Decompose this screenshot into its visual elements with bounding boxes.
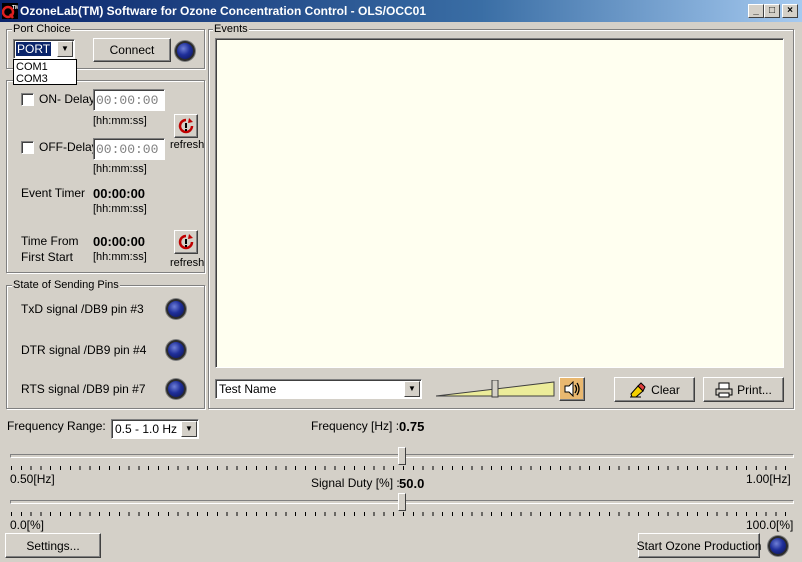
production-status-led: [768, 536, 788, 556]
svg-text:TM: TM: [12, 5, 18, 11]
chevron-down-icon[interactable]: ▼: [404, 381, 420, 397]
maximize-button[interactable]: □: [764, 4, 780, 18]
title-bar[interactable]: TM OzoneLab(TM) Software for Ozone Conce…: [0, 0, 802, 22]
signal-duty-value: 50.0: [399, 476, 425, 491]
window-title: OzoneLab(TM) Software for Ozone Concentr…: [20, 4, 427, 18]
test-name-select[interactable]: Test Name ▼: [215, 379, 422, 399]
refresh-delay-button[interactable]: [174, 114, 198, 138]
speaker-icon: [564, 381, 580, 397]
rts-signal-led: [166, 379, 186, 399]
close-button[interactable]: ×: [782, 4, 798, 18]
connect-button[interactable]: Connect: [93, 38, 171, 62]
frequency-label: Frequency [Hz] :: [311, 419, 400, 433]
refresh-start-button[interactable]: [174, 230, 198, 254]
port-select[interactable]: PORT ▼: [13, 39, 75, 59]
printer-icon: [715, 382, 733, 397]
test-name-value: Test Name: [219, 382, 277, 396]
off-delay-format: [hh:mm:ss]: [93, 163, 147, 175]
rts-signal-label: RTS signal /DB9 pin #7: [21, 382, 146, 396]
on-delay-format: [hh:mm:ss]: [93, 115, 147, 127]
refresh-icon: [178, 118, 194, 134]
on-delay-checkbox[interactable]: [21, 93, 34, 106]
first-start-label: First Start: [21, 250, 74, 264]
print-button[interactable]: Print...: [703, 377, 784, 402]
port-option-com3[interactable]: COM3: [16, 73, 48, 85]
duty-slider-thumb[interactable]: [398, 493, 406, 511]
print-label: Print...: [737, 382, 772, 397]
off-delay-input[interactable]: 00:00:00: [93, 138, 165, 160]
event-timer-format: [hh:mm:ss]: [93, 203, 147, 215]
clear-label: Clear: [651, 382, 680, 397]
event-timer-value: 00:00:00: [93, 186, 146, 201]
frequency-range-value: 0.5 - 1.0 Hz: [115, 422, 178, 436]
frequency-min-label: 0.50[Hz]: [10, 472, 55, 486]
event-timer-label: Event Timer: [21, 186, 86, 200]
eraser-icon: [630, 381, 646, 397]
duty-max-label: 100.0[%]: [746, 518, 794, 532]
txd-signal-led: [166, 299, 186, 319]
on-delay-input[interactable]: 00:00:00: [93, 89, 165, 111]
off-delay-checkbox[interactable]: [21, 141, 34, 154]
chevron-down-icon[interactable]: ▼: [57, 41, 73, 57]
start-ozone-button[interactable]: Start Ozone Production: [637, 533, 761, 558]
app-logo-icon: TM: [2, 3, 18, 19]
frequency-slider-ticks: [11, 466, 795, 470]
dtr-signal-label: DTR signal /DB9 pin #4: [21, 343, 147, 357]
volume-slider[interactable]: [436, 380, 556, 398]
time-from-label: Time From: [21, 234, 79, 248]
txd-signal-label: TxD signal /DB9 pin #3: [21, 302, 144, 316]
signal-duty-label: Signal Duty [%] :: [311, 476, 400, 490]
settings-button[interactable]: Settings...: [5, 533, 101, 558]
time-from-value: 00:00:00: [93, 234, 146, 249]
sound-toggle-button[interactable]: [559, 377, 585, 401]
on-delay-label: ON- Delay: [39, 92, 96, 106]
events-label: Events: [213, 23, 249, 35]
port-dropdown-list: COM1 COM3: [13, 59, 77, 85]
duty-min-label: 0.0[%]: [10, 518, 45, 532]
frequency-max-label: 1.00[Hz]: [746, 472, 791, 486]
time-from-format: [hh:mm:ss]: [93, 251, 147, 263]
chevron-down-icon[interactable]: ▼: [181, 421, 197, 437]
clear-button[interactable]: Clear: [614, 377, 695, 402]
frequency-value: 0.75: [399, 419, 425, 434]
port-choice-label: Port Choice: [12, 23, 72, 35]
refresh-label: refresh: [170, 257, 205, 269]
refresh-label: refresh: [170, 139, 205, 151]
port-option-com1[interactable]: COM1: [16, 61, 48, 73]
frequency-range-select[interactable]: 0.5 - 1.0 Hz ▼: [111, 419, 199, 439]
minimize-button[interactable]: _: [748, 4, 764, 18]
frequency-range-label: Frequency Range:: [7, 419, 106, 433]
port-selected-value: PORT: [16, 42, 52, 56]
events-log[interactable]: [215, 38, 784, 368]
connection-status-led: [175, 41, 195, 61]
frequency-slider-thumb[interactable]: [398, 447, 406, 465]
sending-pins-label: State of Sending Pins: [12, 279, 120, 291]
dtr-signal-led: [166, 340, 186, 360]
off-delay-label: OFF-Delay: [39, 140, 98, 154]
volume-thumb[interactable]: [491, 380, 499, 398]
refresh-icon: [178, 234, 194, 250]
duty-slider-ticks: [11, 512, 795, 516]
